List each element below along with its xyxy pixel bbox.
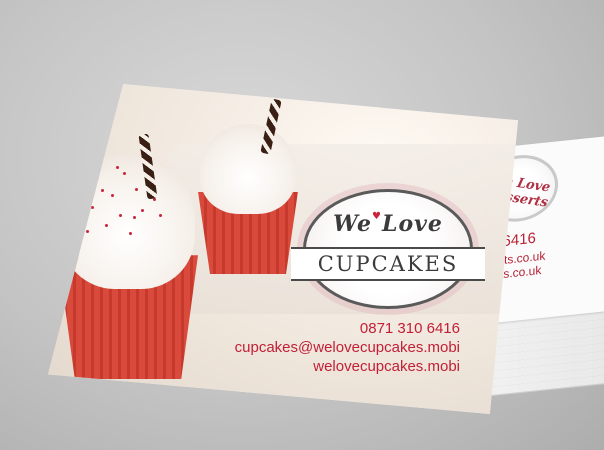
front-business-card: We♥Love CUPCAKES 0871 310 6416 cupcakes@…	[48, 84, 518, 414]
contact-block: 0871 310 6416 cupcakes@welovecupcakes.mo…	[235, 319, 460, 376]
logo-script: We♥Love	[303, 211, 473, 237]
website-url: welovecupcakes.mobi	[313, 358, 460, 375]
sprinkle-icon	[95, 176, 99, 179]
sprinkle-icon	[128, 232, 132, 235]
sprinkle-icon	[110, 194, 114, 197]
scene: We Love Desserts 0 6416 rts.co.uk ts.co.…	[0, 0, 604, 450]
cupcake-back	[198, 98, 298, 274]
sprinkle-icon	[140, 209, 144, 212]
sprinkle-icon	[80, 184, 84, 187]
logo-main-text: CUPCAKES	[317, 252, 459, 276]
logo-love-text: Love	[381, 211, 443, 237]
sprinkle-icon	[85, 230, 89, 233]
sprinkle-icon	[115, 166, 119, 169]
back-card-website: ts.co.uk	[500, 263, 542, 282]
sprinkle-icon	[134, 188, 138, 191]
heart-icon: ♥	[372, 211, 382, 222]
sprinkle-icon	[132, 216, 136, 219]
cupcake-frosting	[60, 154, 196, 289]
cupcake-front	[58, 133, 198, 379]
sprinkle-icon	[78, 214, 82, 217]
logo-banner: CUPCAKES	[291, 247, 485, 281]
sprinkle-icon	[100, 189, 104, 192]
sprinkle-icon	[104, 224, 108, 227]
sprinkle-icon	[122, 172, 126, 175]
email-address: cupcakes@welovecupcakes.mobi	[234, 339, 460, 356]
sprinkle-icon	[90, 206, 94, 209]
sprinkle-icon	[158, 214, 162, 217]
cupcake-frosting	[200, 124, 296, 214]
sprinkle-icon	[118, 214, 122, 217]
logo-we-text: We	[333, 211, 372, 237]
phone-number: 0871 310 6416	[359, 320, 460, 337]
brand-logo: We♥Love CUPCAKES	[291, 189, 485, 309]
